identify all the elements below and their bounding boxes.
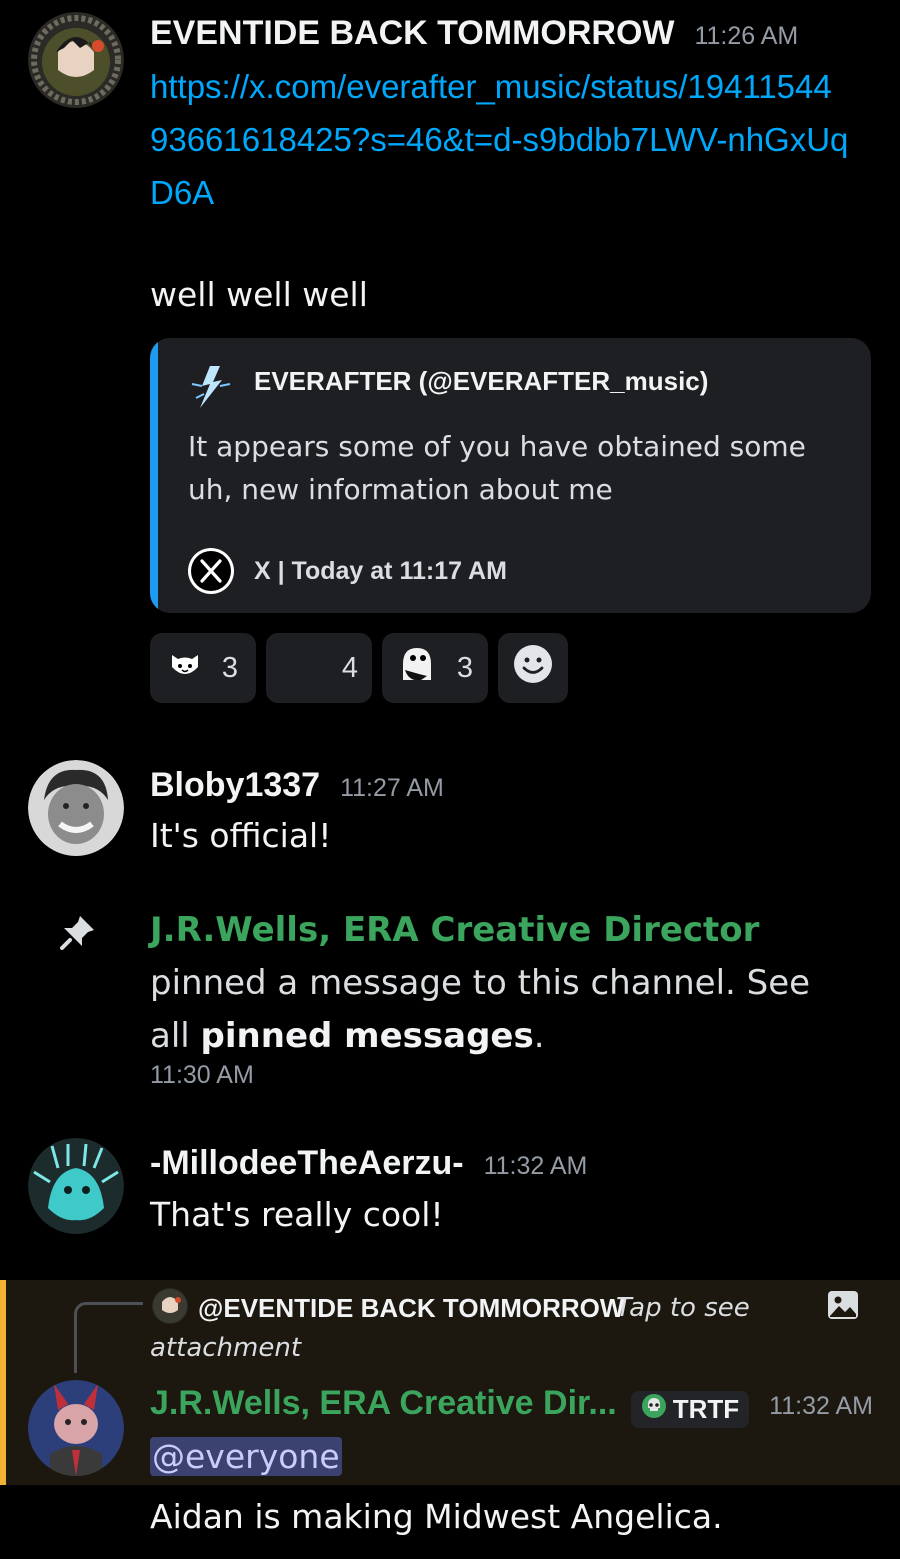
pin-timestamp: 11:30 AM [150,1061,254,1089]
message-text: It's official! [150,816,332,855]
blank-emoji-icon [288,653,322,683]
pin-actor[interactable]: J.R.Wells, ERA Creative Director [150,910,759,950]
reaction-count: 3 [456,651,474,684]
role-tag[interactable]: TRTF [630,1391,750,1428]
pinned-messages-link[interactable]: pinned messages [201,1016,534,1056]
pin-notice: J.R.Wells, ERA Creative Director pinned … [150,904,850,1063]
reaction-count: 3 [221,651,239,684]
timestamp: 11:32 AM [769,1392,873,1420]
embed-author[interactable]: EVERAFTER (@EVERAFTER_music) [254,366,708,397]
username[interactable]: J.R.Wells, ERA Creative Dir... [150,1384,617,1422]
embed-footer: X | Today at 11:17 AM [254,557,507,585]
pin-text-end: . [533,1016,545,1056]
timestamp: 11:27 AM [340,774,444,802]
smiley-add-reaction-icon [513,644,553,692]
add-reaction-button[interactable] [498,633,568,703]
message-link[interactable]: https://x.com/everafter_music/status/194… [150,60,850,219]
username[interactable]: Bloby1337 [150,766,320,804]
avatar-image [28,1138,124,1234]
image-attachment-icon [826,1288,860,1322]
avatar-image [28,1380,124,1476]
x-logo-icon [188,548,234,594]
avatar[interactable] [28,760,124,856]
reply-text[interactable]: Tap to see attachment [150,1288,790,1368]
avatar[interactable] [28,12,124,108]
embed-accent-bar [150,338,158,613]
skull-icon [641,1393,667,1426]
reaction-blank[interactable]: 4 [266,633,372,703]
username[interactable]: EVENTIDE BACK TOMMORROW [150,14,674,52]
lightning-logo-icon [188,364,234,410]
reply-connector [74,1302,143,1373]
reaction-count: 4 [341,651,358,684]
reaction-ghost[interactable]: 3 [382,633,488,703]
avatar-image [28,12,124,108]
message-text: That's really cool! [150,1195,444,1234]
everyone-mention[interactable]: @everyone [150,1437,342,1476]
embed-description: It appears some of you have obtained som… [188,430,806,506]
mention-highlight-bar [0,1280,6,1485]
reaction-cat-face[interactable]: 3 [150,633,256,703]
avatar[interactable] [28,1138,124,1234]
link-embed[interactable]: EVERAFTER (@EVERAFTER_music) It appears … [150,338,871,613]
timestamp: 11:26 AM [694,22,799,50]
avatar[interactable] [28,1380,124,1476]
avatar-image [28,760,124,856]
cat-face-emoji-icon [168,649,202,687]
pin-icon [58,912,98,952]
timestamp: 11:32 AM [483,1152,588,1180]
role-tag-label: TRTF [672,1394,740,1424]
username[interactable]: -MillodeeTheAerzu- [150,1144,464,1182]
message-text: well well well [150,275,368,314]
message-text: Aidan is making Midwest Angelica. [150,1497,723,1536]
ghost-emoji-icon [397,644,437,692]
